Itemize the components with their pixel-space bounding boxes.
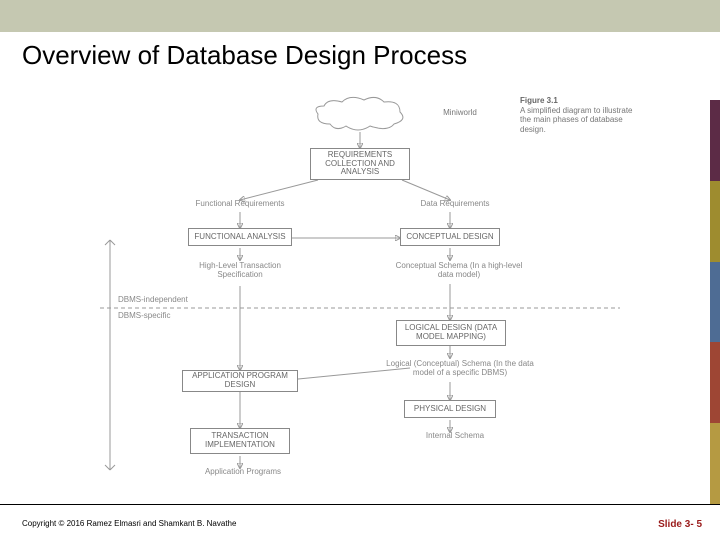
logical-schema-label: Logical (Conceptual) Schema (In the data… <box>380 360 540 378</box>
functional-analysis-box: FUNCTIONAL ANALYSIS <box>188 228 292 246</box>
application-programs-label: Application Programs <box>188 468 298 477</box>
footer-rule <box>0 504 720 505</box>
highlevel-transaction-label: High-Level Transaction Specification <box>180 262 300 280</box>
app-program-design-box: APPLICATION PROGRAM DESIGN <box>182 370 298 392</box>
slide: Overview of Database Design Process <box>0 0 720 540</box>
logical-design-box: LOGICAL DESIGN (DATA MODEL MAPPING) <box>396 320 506 346</box>
figure-caption-label: Figure 3.1 <box>520 96 558 105</box>
miniworld-label: Miniworld <box>410 108 510 117</box>
header-band <box>0 0 720 32</box>
page-title: Overview of Database Design Process <box>22 40 467 71</box>
figure-caption: Figure 3.1 A simplified diagram to illus… <box>520 96 640 134</box>
functional-requirements-label: Functional Requirements <box>180 200 300 209</box>
slide-number: Slide 3- 5 <box>658 519 702 530</box>
requirements-box: REQUIREMENTS COLLECTION AND ANALYSIS <box>310 148 410 180</box>
internal-schema-label: Internal Schema <box>410 432 500 441</box>
conceptual-design-box: CONCEPTUAL DESIGN <box>400 228 500 246</box>
copyright: Copyright © 2016 Ramez Elmasri and Shamk… <box>22 519 236 528</box>
transaction-implementation-box: TRANSACTION IMPLEMENTATION <box>190 428 290 454</box>
dbms-independent-label: DBMS-independent <box>118 296 208 305</box>
conceptual-schema-label: Conceptual Schema (In a high-level data … <box>394 262 524 280</box>
figure-caption-text: A simplified diagram to illustrate the m… <box>520 106 633 134</box>
physical-design-box: PHYSICAL DESIGN <box>404 400 496 418</box>
dbms-specific-label: DBMS-specific <box>118 312 208 321</box>
footer: Copyright © 2016 Ramez Elmasri and Shamk… <box>0 504 720 540</box>
data-requirements-label: Data Requirements <box>400 200 510 209</box>
diagram: Figure 3.1 A simplified diagram to illus… <box>70 90 650 490</box>
side-stripe <box>710 100 720 504</box>
miniworld-cloud: Miniworld <box>310 96 410 132</box>
